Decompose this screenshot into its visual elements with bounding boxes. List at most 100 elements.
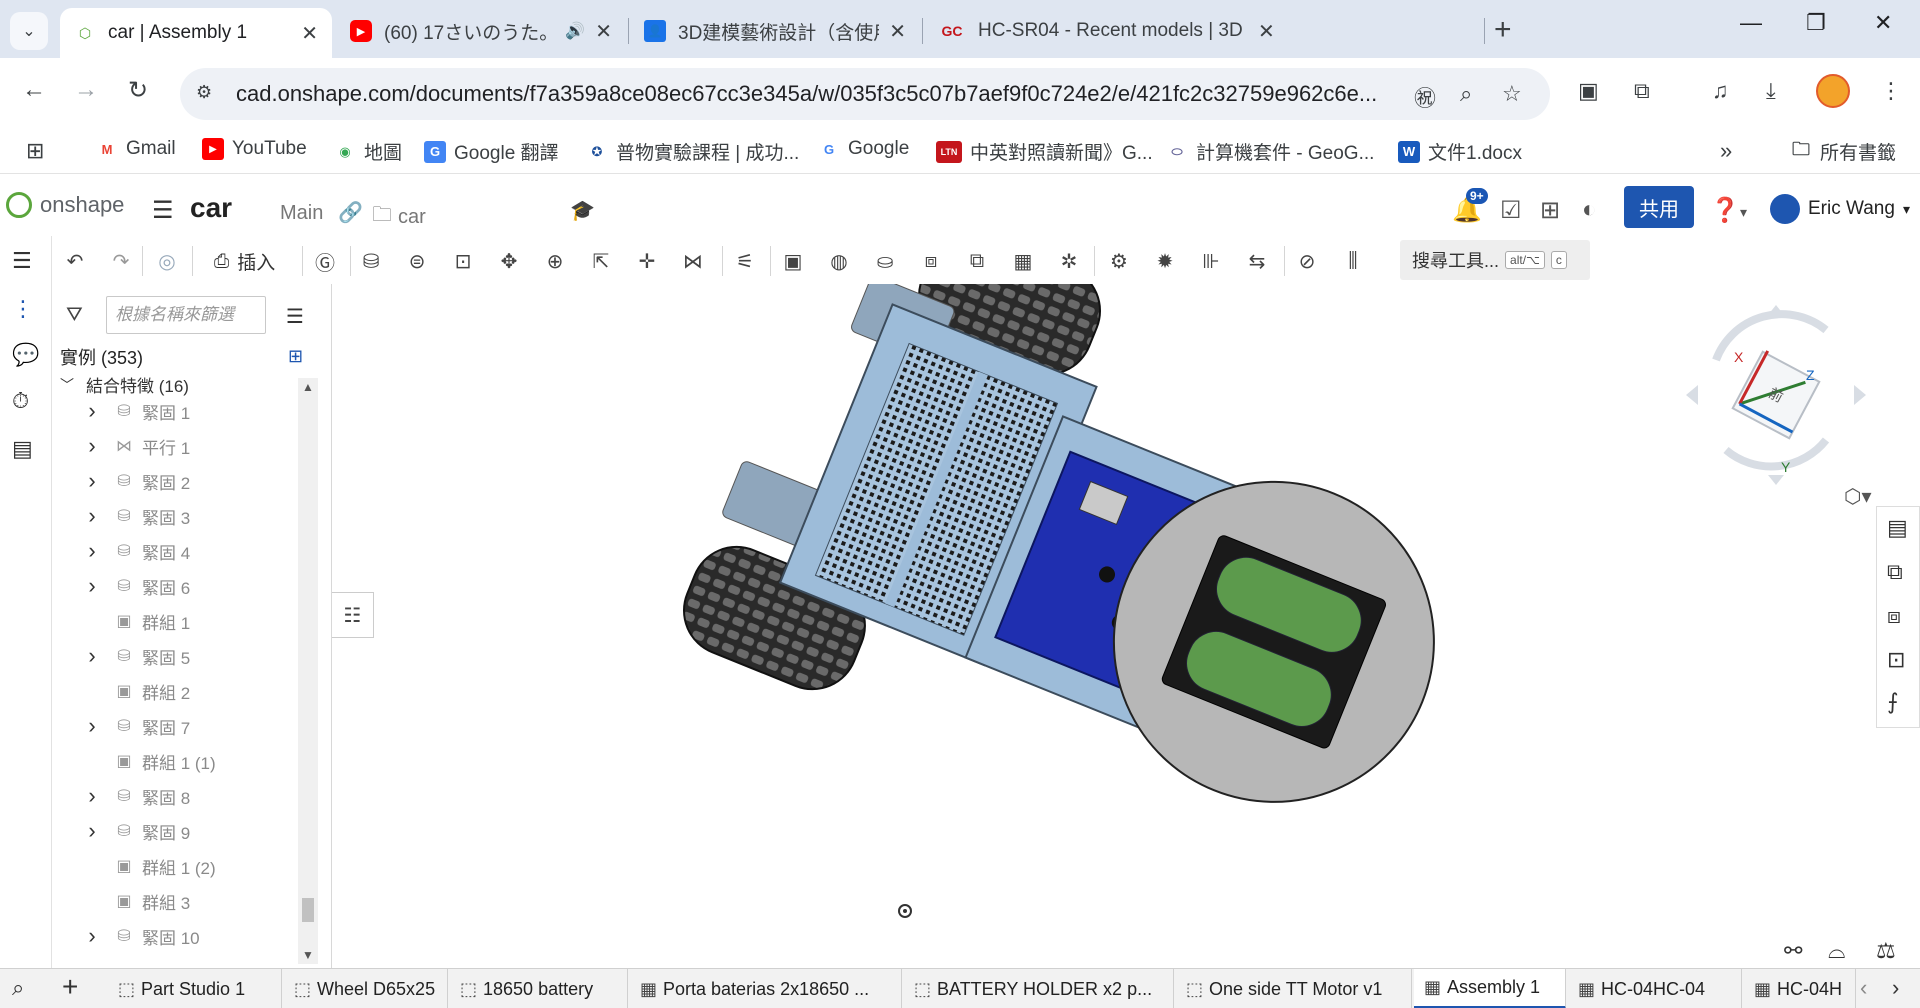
bookmark-geogebra[interactable]: ⬭ 計算機套件 - GeoG... — [1166, 138, 1374, 165]
downloads-icon[interactable]: ⤓ — [1766, 78, 1776, 104]
zoom-icon[interactable]: ⌕ — [1460, 81, 1472, 107]
group-icon[interactable]: ▣ — [778, 246, 808, 276]
audio-playing-icon[interactable]: 🔊 — [565, 21, 585, 41]
tree-row[interactable]: ▣ 群組 1 (1) — [52, 744, 298, 778]
tree-row[interactable]: › ⛁ 緊固 6 — [52, 569, 298, 603]
bookmark-translate[interactable]: G Google 翻譯 — [424, 138, 559, 165]
display-states-icon[interactable]: ⇆ — [1242, 246, 1272, 276]
line-extension-icon[interactable]: ▣ — [1578, 78, 1599, 104]
refresh-icon[interactable]: ◎ — [152, 246, 182, 276]
browser-tab[interactable]: 👤 3D建模藝術設計（含使用場景） ✕ — [630, 8, 920, 54]
car-model-render[interactable] — [376, 231, 1876, 968]
list-view-icon[interactable]: ☰ — [286, 304, 304, 329]
chevron-right-icon[interactable]: › — [72, 398, 112, 424]
document-tab[interactable]: ⬚ BATTERY HOLDER x2 p... — [904, 969, 1174, 1008]
document-tab[interactable]: ▦ Porta baterias 2x18650 ... — [630, 969, 902, 1008]
document-tab[interactable]: ⬚ Wheel D65x25 — [284, 969, 448, 1008]
more-bookmarks-icon[interactable]: » — [1720, 138, 1732, 164]
chevron-down-icon[interactable]: ﹀ — [60, 375, 74, 395]
onshape-logo[interactable]: onshape — [6, 192, 124, 218]
help-chevron-down-icon[interactable]: ▾ — [1740, 204, 1747, 221]
render-studio-icon[interactable]: ◐ — [1582, 196, 1597, 224]
filter-input[interactable] — [106, 296, 266, 334]
chevron-right-icon[interactable]: › — [72, 923, 112, 949]
fastened-mate-icon[interactable]: ⛁ — [356, 246, 386, 276]
back-icon[interactable]: ← — [22, 76, 46, 104]
insert-button[interactable]: ⎙ 插入 — [214, 248, 275, 275]
mate-connector-icon[interactable]: ◍ — [824, 246, 854, 276]
bookmark-word[interactable]: W 文件1.docx — [1398, 138, 1522, 165]
insert-parts-icon[interactable]: ⋮ — [12, 296, 34, 322]
linear-relation-icon[interactable]: ▦ — [1008, 246, 1038, 276]
restore-window-icon[interactable]: ❐ — [1806, 10, 1826, 36]
translate-page-icon[interactable]: ㊗ — [1414, 81, 1436, 113]
document-tab[interactable]: ⬚ One side TT Motor v1 — [1176, 969, 1412, 1008]
bookmark-ncku[interactable]: ✪ 普物實驗課程 | 成功... — [586, 138, 800, 165]
tree-row[interactable]: › ⛁ 緊固 9 — [52, 814, 298, 848]
feature-list-icon[interactable]: ☰ — [12, 248, 32, 274]
minimize-window-icon[interactable]: — — [1740, 10, 1762, 36]
chevron-right-icon[interactable]: › — [72, 713, 112, 739]
bookmark-youtube[interactable]: ▶ YouTube — [202, 138, 307, 160]
tab-search-button[interactable]: ⌄ — [10, 12, 48, 50]
tree-row[interactable]: › ⛁ 緊固 1 — [52, 394, 298, 428]
tree-row[interactable]: › ⛁ 緊固 8 — [52, 779, 298, 813]
configuration-icon[interactable]: ⫼ — [1338, 246, 1368, 276]
media-control-icon[interactable]: ♫ — [1712, 78, 1729, 104]
chevron-right-icon[interactable]: › — [72, 503, 112, 529]
tree-row[interactable]: ▣ 群組 3 — [52, 884, 298, 918]
pin-slot-mate-icon[interactable]: ⇱ — [586, 246, 616, 276]
gear-relation-icon[interactable]: ⛀ — [870, 246, 900, 276]
bookmark-maps[interactable]: ◉ 地圖 — [334, 138, 402, 165]
section-view-icon[interactable]: ⊘ — [1292, 246, 1322, 276]
browser-tab[interactable]: ▶ (60) 17さいのうた。 - 響Hi 🔊 ✕ — [336, 8, 626, 54]
tree-row[interactable]: ▣ 群組 1 — [52, 604, 298, 638]
bookmark-star-icon[interactable]: ☆ — [1502, 81, 1522, 107]
comments-icon[interactable]: 💬 — [12, 342, 39, 368]
chevron-right-icon[interactable]: › — [72, 433, 112, 459]
chevron-right-icon[interactable]: › — [72, 643, 112, 669]
bookmark-gmail[interactable]: M Gmail — [96, 138, 176, 160]
document-tab[interactable]: ▦ Assembly 1 — [1414, 969, 1566, 1008]
mate-values-icon[interactable]: ⧉ — [1887, 559, 1903, 585]
search-tools-button[interactable]: 搜尋工具... alt/⌥ c — [1400, 240, 1590, 280]
collapse-panel-icon[interactable]: ☷ — [332, 592, 374, 638]
close-tab-icon[interactable]: ✕ — [301, 21, 318, 46]
document-name[interactable]: car — [190, 192, 232, 224]
chevron-right-icon[interactable]: › — [72, 538, 112, 564]
document-tab[interactable]: ⬚ Part Studio 1 — [108, 969, 282, 1008]
explode-panel-icon[interactable]: ⧈ — [1887, 603, 1901, 629]
browser-tab-active[interactable]: ⬡ car | Assembly 1 ✕ — [60, 8, 332, 58]
screw-relation-icon[interactable]: ⧉ — [962, 246, 992, 276]
chevron-right-icon[interactable]: › — [72, 468, 112, 494]
chevron-right-icon[interactable]: › — [72, 783, 112, 809]
ball-mate-icon[interactable]: ✛ — [632, 246, 662, 276]
document-menu-icon[interactable]: ☰ — [152, 196, 174, 225]
cylindrical-mate-icon[interactable]: ⊕ — [540, 246, 570, 276]
animate-icon[interactable]: ✹ — [1150, 246, 1180, 276]
mate-connectors-icon[interactable]: ⊡ — [1887, 647, 1905, 673]
chevron-right-icon[interactable]: › — [72, 573, 112, 599]
tree-row[interactable]: › ⛁ 緊固 7 — [52, 709, 298, 743]
tree-row[interactable]: › ⛁ 緊固 3 — [52, 499, 298, 533]
document-tab[interactable]: ▦ HC-04HC-04 — [1568, 969, 1742, 1008]
extensions-icon[interactable]: ⧉ — [1634, 78, 1650, 104]
new-tab-button[interactable]: + — [1494, 12, 1512, 48]
gear-icon[interactable]: ⚙ — [1104, 246, 1134, 276]
scroll-up-icon[interactable]: ▲ — [302, 380, 314, 394]
version-history-icon[interactable]: ⏱ — [12, 388, 29, 414]
help-icon[interactable]: ❓ — [1710, 196, 1740, 225]
branch-name[interactable]: Main — [280, 202, 323, 225]
bom-icon[interactable]: ▤ — [12, 436, 33, 462]
url-text[interactable]: cad.onshape.com/documents/f7a359a8ce08ec… — [236, 81, 1386, 107]
tree-row[interactable]: ▣ 群組 2 — [52, 674, 298, 708]
close-tab-icon[interactable]: ✕ — [889, 19, 906, 44]
folder-breadcrumb[interactable]: 🗀 car — [372, 200, 426, 234]
replicate-icon[interactable]: Ⓖ — [310, 246, 340, 276]
share-button[interactable]: 共用 — [1624, 186, 1694, 228]
learning-center-icon[interactable]: 🎓 — [570, 198, 595, 223]
scroll-thumb[interactable] — [302, 898, 314, 922]
undo-icon[interactable]: ↶ — [60, 246, 90, 276]
explode-view-icon[interactable]: ✲ — [1054, 246, 1084, 276]
close-tab-icon[interactable]: ✕ — [1258, 19, 1275, 44]
